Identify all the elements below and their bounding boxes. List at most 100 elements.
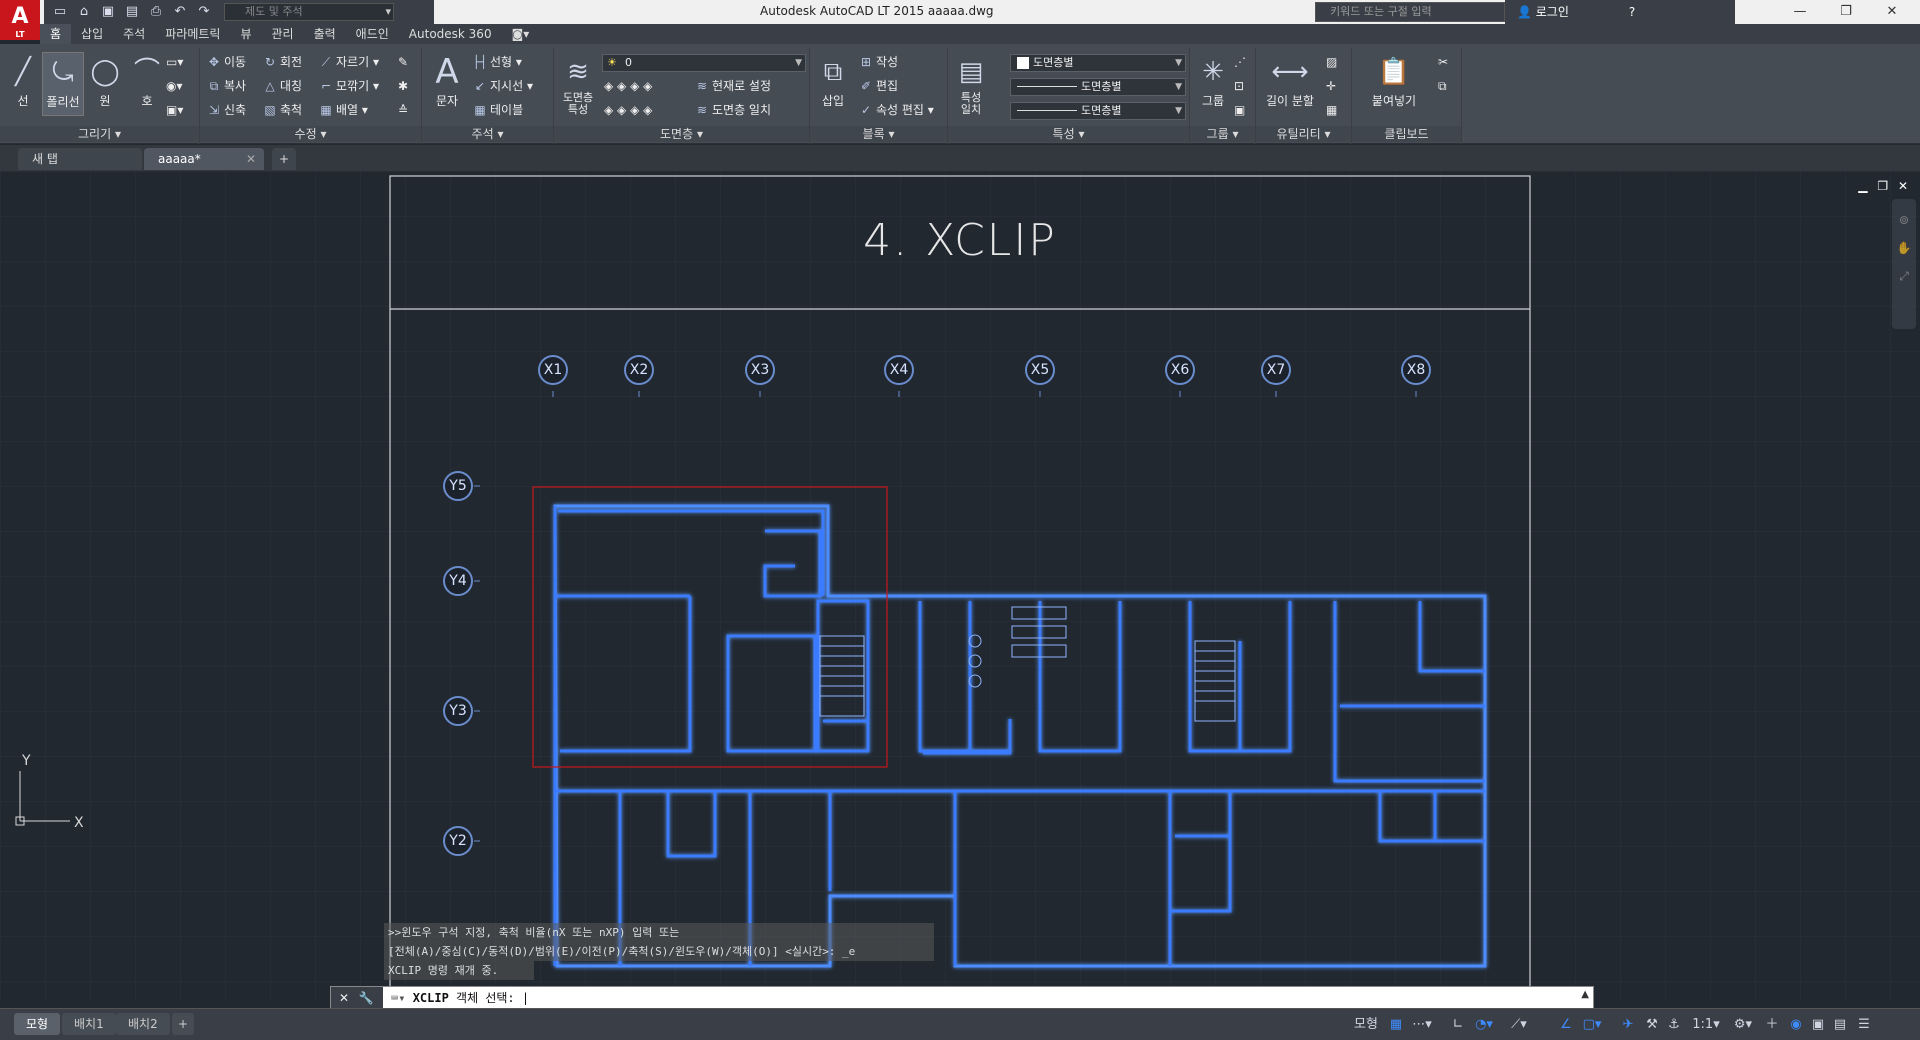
drawing-canvas[interactable]: Y X 4. XCLIP X1 X2 X3 X4 X5 X6 X7 X8 Y5 … — [0, 171, 1920, 1002]
circle-button[interactable]: ◯ 원 — [84, 52, 126, 116]
linetype-select[interactable]: 도면층별 ▼ — [1010, 78, 1186, 96]
measure-button[interactable]: ⟷ 길이 분할 — [1262, 52, 1318, 116]
table-button[interactable]: ▦ 테이블 — [472, 100, 523, 120]
command-history-toggle-icon[interactable]: ▲ — [1581, 989, 1589, 1000]
explode-icon[interactable]: ✱ — [398, 76, 408, 96]
group-select-icon[interactable]: ▣ — [1234, 100, 1245, 120]
isolate-objects-icon[interactable]: ◉ — [1786, 1015, 1806, 1035]
panel-layers-label[interactable]: 도면층 ▾ — [554, 126, 809, 142]
point-icon[interactable]: ✛ — [1326, 76, 1336, 96]
new-file-icon[interactable]: ▭ — [50, 3, 70, 21]
plus-icon[interactable]: ＋ — [1762, 1015, 1782, 1035]
ungroup-icon[interactable]: ⋰ — [1234, 52, 1246, 72]
minimize-button[interactable]: — — [1780, 2, 1820, 22]
line-button[interactable]: ╱ 선 — [2, 52, 44, 116]
arc-button[interactable]: ⌒ 호 — [126, 52, 168, 116]
polyline-button[interactable]: ⤿ 폴리선 — [42, 52, 84, 116]
panel-properties-label[interactable]: 특성 ▾ — [948, 126, 1189, 142]
redo-icon[interactable]: ↷ — [194, 3, 214, 21]
layer-match-button[interactable]: ≋ 도면층 일치 — [694, 100, 771, 120]
stretch-button[interactable]: ⇲ 신축 — [206, 100, 246, 120]
array-button[interactable]: ▦ 배열 ▾ — [318, 100, 368, 120]
group-edit-icon[interactable]: ⊡ — [1234, 76, 1244, 96]
linear-dim-button[interactable]: ├┤ 선형 ▾ — [472, 52, 522, 72]
tab-insert[interactable]: 삽입 — [71, 24, 113, 44]
undo-icon[interactable]: ↶ — [170, 3, 190, 21]
panel-utilities-label[interactable]: 유틸리티 ▾ — [1256, 126, 1351, 142]
annotation-scale-select[interactable]: 1:1▾ — [1688, 1015, 1724, 1035]
wrench-icon[interactable]: 🔧 — [359, 991, 374, 1005]
annotation-auto-icon[interactable]: ⚓ — [1664, 1015, 1684, 1035]
command-prompt[interactable]: ⌨▾ XCLIP 객체 선택: | — [391, 987, 529, 1009]
polar-icon[interactable]: ◔▾ — [1470, 1015, 1498, 1035]
annotation-visibility-icon[interactable]: ✈ — [1618, 1015, 1638, 1035]
pan-icon[interactable]: ✋ — [1892, 241, 1916, 255]
tab-manage[interactable]: 관리 — [261, 24, 303, 44]
panel-block-label[interactable]: 블록 ▾ — [810, 126, 947, 142]
trim-button[interactable]: ⟋ 자르기 ▾ — [318, 52, 379, 72]
rotate-button[interactable]: ↻ 회전 — [262, 52, 302, 72]
erase-icon[interactable]: ✎ — [398, 52, 408, 72]
osnap-icon[interactable]: ⟋▾ — [1504, 1015, 1534, 1035]
layer-tools-row1[interactable]: ◈ ◈ ◈ ◈ — [604, 76, 652, 96]
command-line[interactable]: ✕ 🔧 ⌨▾ XCLIP 객체 선택: | ▲ — [330, 986, 1594, 1010]
app-menu-button[interactable]: A LT — [0, 0, 40, 40]
login-button[interactable]: 👤 로그인? — [1505, 0, 1735, 24]
restore-button[interactable]: ❐ — [1826, 2, 1866, 22]
clean-screen-icon[interactable]: ▤ — [1830, 1015, 1850, 1035]
tab-annotate[interactable]: 주석 — [113, 24, 155, 44]
navigation-bar[interactable]: ⊚ ✋ ⤢ — [1892, 199, 1916, 329]
calculator-icon[interactable]: ▦ — [1326, 100, 1337, 120]
tab-new[interactable]: 새 탭 — [18, 148, 142, 170]
otrack-icon[interactable]: ∠ — [1556, 1015, 1576, 1035]
ortho-icon[interactable]: ∟ — [1448, 1015, 1468, 1035]
tab-home[interactable]: 홈 — [40, 24, 72, 44]
paste-button[interactable]: 📋 붙여넣기 — [1366, 52, 1422, 116]
panel-groups-label[interactable]: 그룹 ▾ — [1190, 126, 1255, 142]
tab-autodesk360[interactable]: Autodesk 360 — [399, 24, 502, 44]
rectangle-icon[interactable]: ▭▾ — [166, 52, 183, 72]
save-icon[interactable]: ▣ — [98, 3, 118, 21]
model-space-button[interactable]: 모형 — [1348, 1015, 1384, 1035]
hatch-icon[interactable]: ◉▾ — [166, 76, 183, 96]
help-icon[interactable]: ? — [1629, 5, 1635, 19]
viewport-restore-icon[interactable]: ❐ — [1877, 179, 1888, 193]
edit-block-button[interactable]: ✐ 편집 — [858, 76, 898, 96]
gear-icon[interactable]: ⚙▾ — [1728, 1015, 1758, 1035]
layout-tab-1[interactable]: 배치1 — [62, 1013, 116, 1035]
print-icon[interactable]: ⎙ — [146, 3, 166, 21]
tab-output[interactable]: 출력 — [304, 24, 346, 44]
zoom-extents-icon[interactable]: ⤢ — [1892, 269, 1916, 284]
scale-button[interactable]: ▧ 축척 — [262, 100, 302, 120]
leader-button[interactable]: ↙ 지시선 ▾ — [472, 76, 533, 96]
ribbon-options-icon[interactable]: ◙▾ — [502, 24, 540, 44]
viewport-close-icon[interactable]: ✕ — [1898, 179, 1908, 193]
workspace-select[interactable]: 제도 및 주석 ▾ — [224, 3, 394, 21]
panel-modify-label[interactable]: 수정 ▾ — [200, 126, 421, 142]
layer-tools-row2[interactable]: ◈ ◈ ◈ ◈ — [604, 100, 652, 120]
region-icon[interactable]: ▣▾ — [166, 100, 183, 120]
offset-icon[interactable]: ≙ — [398, 100, 408, 120]
match-properties-button[interactable]: ▤ 특성 일치 — [950, 52, 992, 116]
grid-icon[interactable]: ▦ — [1386, 1015, 1406, 1035]
cut-icon[interactable]: ✂ — [1438, 52, 1448, 72]
layer-properties-button[interactable]: ≋ 도면층 특성 — [556, 52, 600, 116]
copy-button[interactable]: ⧉ 복사 — [206, 76, 246, 96]
tab-view[interactable]: 뷰 — [230, 24, 261, 44]
tab-addins[interactable]: 애드인 — [346, 24, 399, 44]
create-block-button[interactable]: ⊞ 작성 — [858, 52, 898, 72]
tab-parametric[interactable]: 파라메트릭 — [155, 24, 230, 44]
viewport-minimize-icon[interactable]: ▁ — [1858, 179, 1867, 193]
quick-select-icon[interactable]: ▨ — [1326, 52, 1337, 72]
insert-block-button[interactable]: ⧉ 삽입 — [812, 52, 854, 116]
snap-icon[interactable]: ⋯▾ — [1408, 1015, 1436, 1035]
color-select[interactable]: 도면층별 ▼ — [1010, 54, 1186, 72]
move-button[interactable]: ✥ 이동 — [206, 52, 246, 72]
open-file-icon[interactable]: ⌂ — [74, 3, 94, 21]
make-current-button[interactable]: ≋ 현재로 설정 — [694, 76, 771, 96]
panel-draw-label[interactable]: 그리기 ▾ — [0, 126, 199, 142]
tab-aaaaa[interactable]: aaaaa* ✕ — [144, 148, 264, 170]
attr-edit-button[interactable]: ✓ 속성 편집 ▾ — [858, 100, 934, 120]
hardware-acceleration-icon[interactable]: ▣ — [1808, 1015, 1828, 1035]
close-tab-icon[interactable]: ✕ — [246, 148, 256, 170]
